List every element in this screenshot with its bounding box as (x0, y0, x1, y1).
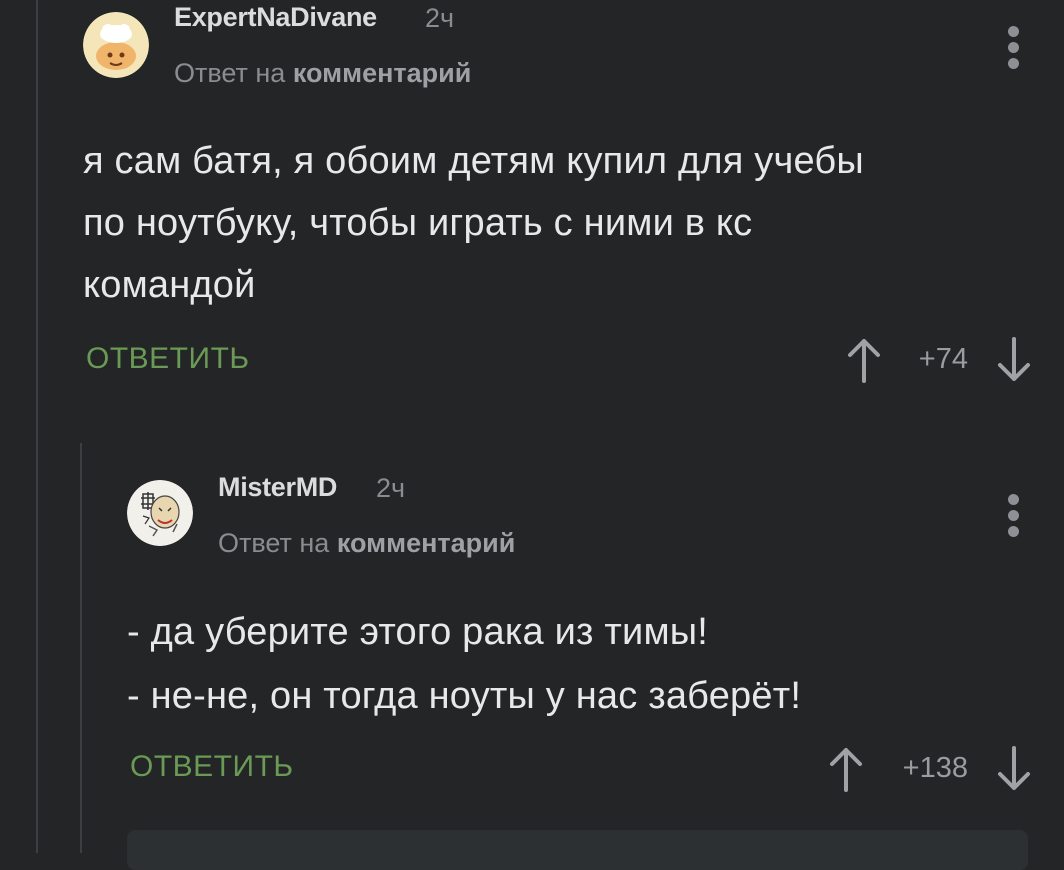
username[interactable]: ExpertNaDivane (174, 2, 377, 33)
sketch-avatar-icon[interactable] (127, 480, 193, 546)
reply-meta: Ответ на комментарий (174, 58, 471, 89)
upvote-arrow-icon[interactable] (828, 746, 864, 797)
more-options-icon[interactable] (1008, 26, 1020, 70)
reply-button[interactable]: ОТВЕТИТЬ (130, 750, 294, 784)
comment-body-line: командой (83, 264, 256, 306)
reply-prefix: Ответ на (218, 528, 330, 558)
comment-time: 2ч (376, 473, 406, 503)
vote-score: +138 (902, 752, 968, 784)
comment-2: MisterMD 2ч Ответ на комментарий - да уб… (0, 440, 1064, 840)
more-options-icon[interactable] (1008, 494, 1020, 538)
reply-meta: Ответ на комментарий (218, 528, 515, 559)
next-comment-card (127, 830, 1028, 870)
downvote-arrow-icon[interactable] (996, 746, 1032, 797)
comment-body-line: - да уберите этого рака из тимы! (127, 611, 709, 653)
comment-body: - да уберите этого рака из тимы! - не-не… (127, 600, 801, 728)
vote-score: +74 (918, 343, 968, 375)
reply-prefix: Ответ на (174, 58, 286, 88)
comment-body: я сам батя, я обоим детям купил для учеб… (83, 130, 864, 316)
reply-target-link[interactable]: комментарий (337, 528, 516, 558)
reply-target-link[interactable]: комментарий (293, 58, 472, 88)
comment-body-line: - не-не, он тогда ноуты у нас заберёт! (127, 675, 802, 717)
cook-avatar-icon[interactable] (83, 12, 149, 78)
downvote-arrow-icon[interactable] (996, 337, 1032, 388)
comment-1: ExpertNaDivane 2ч Ответ на комментарий я… (0, 0, 1064, 420)
upvote-arrow-icon[interactable] (846, 337, 882, 388)
username[interactable]: MisterMD (218, 472, 337, 503)
comment-time: 2ч (425, 3, 455, 33)
comment-body-line: я сам батя, я обоим детям купил для учеб… (83, 140, 864, 182)
comment-body-line: по ноутбуку, чтобы играть с ними в кс (83, 202, 753, 244)
reply-button[interactable]: ОТВЕТИТЬ (86, 342, 250, 376)
